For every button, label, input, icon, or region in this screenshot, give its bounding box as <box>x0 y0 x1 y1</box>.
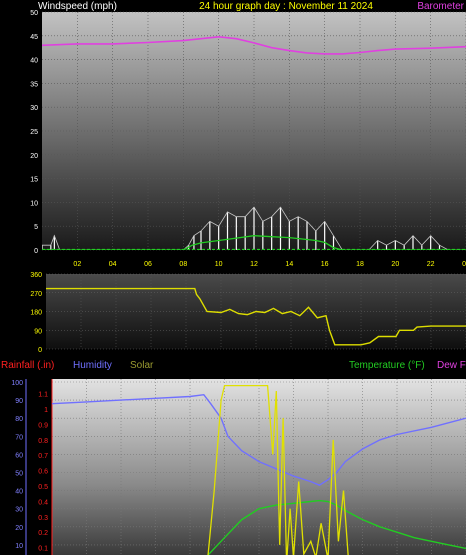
humidity-legend: Humidity <box>73 360 112 371</box>
x-tick-label: 10 <box>215 261 223 268</box>
y-tick-label: 15 <box>30 177 38 184</box>
rain-tick-label: 0.2 <box>38 530 48 537</box>
y-tick-label: 20 <box>15 525 23 532</box>
wind-y-axis: 0 5 10 15 20 25 30 35 40 45 50 <box>30 10 38 255</box>
x-tick-label: 12 <box>250 261 258 268</box>
y-tick-label: 0 <box>38 347 42 354</box>
y-tick-label: 180 <box>30 310 42 317</box>
rain-tick-label: 0.3 <box>38 515 48 522</box>
windspeed-label: Windspeed (mph) <box>38 1 117 12</box>
y-tick-label: 5 <box>34 224 38 231</box>
y-tick-label: 40 <box>30 58 38 65</box>
x-tick-label: 20 <box>391 261 399 268</box>
y-tick-label: 35 <box>30 81 38 88</box>
rain-tick-label: 1 <box>44 407 48 414</box>
y-tick-label: 70 <box>15 434 23 441</box>
y-tick-label: 100 <box>11 380 23 387</box>
time-x-axis: 02 04 06 08 10 12 14 16 18 20 22 00 <box>73 261 466 268</box>
rain-tick-label: 0.5 <box>38 484 48 491</box>
y-tick-label: 90 <box>15 398 23 405</box>
rainfall-legend: Rainfall (.in) <box>1 360 54 371</box>
dew-legend: Dew F <box>437 360 466 371</box>
rain-y-axis: 0.1 0.2 0.3 0.4 0.5 0.6 0.7 0.8 0.9 1 1.1 <box>38 379 53 555</box>
x-tick-label: 14 <box>285 261 293 268</box>
y-tick-label: 50 <box>15 471 23 478</box>
rain-tick-label: 0.7 <box>38 453 48 460</box>
x-tick-label: 06 <box>144 261 152 268</box>
x-tick-label: 22 <box>427 261 435 268</box>
chart-title: 24 hour graph day : November 11 2024 <box>199 1 373 12</box>
y-tick-label: 360 <box>30 272 42 279</box>
y-tick-label: 90 <box>34 328 42 335</box>
y-tick-label: 50 <box>30 10 38 17</box>
y-tick-label: 30 <box>30 105 38 112</box>
direction-y-axis: 0 90 180 270 360 <box>30 272 42 354</box>
humidity-y-axis: 10 20 30 40 50 60 70 80 90 100 <box>11 379 27 555</box>
y-tick-label: 80 <box>15 416 23 423</box>
rain-tick-label: 1.1 <box>38 392 48 399</box>
rain-tick-label: 0.9 <box>38 422 48 429</box>
rain-tick-label: 0.1 <box>38 546 48 553</box>
rain-tick-label: 0.8 <box>38 438 48 445</box>
y-tick-label: 60 <box>15 452 23 459</box>
y-tick-label: 270 <box>30 291 42 298</box>
x-tick-label: 04 <box>109 261 117 268</box>
x-tick-label: 08 <box>179 261 187 268</box>
solar-legend: Solar <box>130 360 154 371</box>
y-tick-label: 0 <box>34 248 38 255</box>
y-tick-label: 20 <box>30 153 38 160</box>
weather-graph: Windspeed (mph) 24 hour graph day : Nove… <box>1 1 466 555</box>
y-tick-label: 30 <box>15 507 23 514</box>
y-tick-label: 40 <box>15 489 23 496</box>
y-tick-label: 25 <box>30 129 38 136</box>
rain-tick-label: 0.6 <box>38 469 48 476</box>
y-tick-label: 10 <box>15 543 23 550</box>
y-tick-label: 45 <box>30 34 38 41</box>
temperature-legend: Temperature (°F) <box>349 360 425 371</box>
y-tick-label: 10 <box>30 200 38 207</box>
x-tick-label: 18 <box>356 261 364 268</box>
rain-tick-label: 0.4 <box>38 499 48 506</box>
x-tick-label: 00 <box>462 261 466 268</box>
barometer-label: Barometer <box>417 1 464 12</box>
x-tick-label: 16 <box>321 261 329 268</box>
x-tick-label: 02 <box>73 261 81 268</box>
